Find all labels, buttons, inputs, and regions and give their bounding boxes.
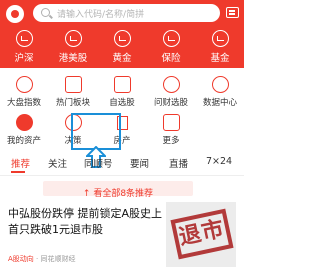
hot-sectors-icon	[64, 76, 82, 93]
feed-tabs: 推荐 关注 同顺号 要闻 直播 7×24	[0, 154, 244, 174]
data-center-icon	[211, 76, 229, 93]
search-icon	[41, 8, 50, 17]
topnav-item-hk-us[interactable]: 港美股	[49, 30, 97, 64]
grid-label: 数据中心	[202, 98, 237, 108]
shanghai-shenzhen-icon	[15, 30, 33, 47]
tab-live[interactable]: 直播	[169, 156, 188, 170]
search-input[interactable]: 请输入代码/名称/简拼	[57, 7, 144, 20]
topnav-label: 基金	[210, 53, 230, 64]
topnav-label: 港美股	[58, 53, 88, 64]
my-assets-icon	[15, 114, 33, 131]
grid-label: 热门板块	[55, 98, 90, 108]
stock-screener-icon	[162, 76, 180, 93]
news-thumbnail[interactable]: 退市	[166, 202, 236, 267]
grid-item-stock-screener[interactable]: 问财选股	[147, 76, 195, 110]
grid-item-my-assets[interactable]: 我的资产	[0, 114, 48, 148]
grid-item-more[interactable]: 更多	[147, 114, 195, 148]
tab-following[interactable]: 关注	[48, 156, 67, 170]
more-icon	[162, 114, 180, 131]
watchlist-icon	[113, 76, 131, 93]
insurance-icon	[162, 30, 180, 47]
app-logo-icon[interactable]	[6, 5, 24, 23]
topnav-label: 沪深	[14, 53, 34, 64]
tab-7x24[interactable]: 7×24	[206, 156, 232, 167]
fund-icon	[211, 30, 229, 47]
tab-tonghuashun[interactable]: 同顺号	[84, 156, 113, 170]
topnav-label: 黄金	[112, 53, 132, 64]
topnav-label: 保险	[161, 53, 181, 64]
news-meta: A股动向 · 同花顺财经	[8, 254, 75, 264]
banner-label: ↑ 看全部8条推荐	[82, 189, 154, 199]
see-all-recommendations-banner[interactable]: ↑ 看全部8条推荐	[43, 181, 193, 199]
grid-item-hot-sectors[interactable]: 热门板块	[49, 76, 97, 110]
hk-us-stocks-icon	[64, 30, 82, 47]
topnav-item-fund[interactable]: 基金	[196, 30, 244, 64]
topnav-item-gold[interactable]: 黄金	[98, 30, 146, 64]
grid-label: 问财选股	[153, 98, 188, 108]
top-category-nav: 沪深 港美股 黄金 保险 基金	[0, 30, 244, 68]
topnav-item-insurance[interactable]: 保险	[147, 30, 195, 64]
active-tab-indicator	[11, 171, 25, 173]
real-estate-highlight-box	[71, 113, 121, 150]
news-title[interactable]: 中弘股份跌停 提前锁定A股史上首只跌破1元退市股	[8, 206, 163, 238]
divider	[0, 175, 244, 176]
market-index-icon	[15, 76, 33, 93]
gold-icon	[113, 30, 131, 47]
grid-label: 大盘指数	[6, 98, 41, 108]
delisting-stamp: 退市	[170, 208, 234, 260]
tab-recommended[interactable]: 推荐	[11, 156, 30, 170]
tab-headlines[interactable]: 要闻	[130, 156, 149, 170]
grid-label: 我的资产	[6, 136, 41, 146]
grid-label: 自选股	[109, 98, 135, 108]
news-tag[interactable]: A股动向	[8, 255, 34, 263]
message-icon[interactable]	[226, 7, 239, 18]
grid-item-watchlist[interactable]: 自选股	[98, 76, 146, 110]
grid-item-market-index[interactable]: 大盘指数	[0, 76, 48, 110]
news-source: · 同花顺财经	[36, 255, 76, 263]
news-item[interactable]: 中弘股份跌停 提前锁定A股史上首只跌破1元退市股 A股动向 · 同花顺财经 退市	[0, 202, 244, 267]
search-bar[interactable]: 请输入代码/名称/简拼	[33, 4, 220, 22]
feature-grid: 大盘指数 热门板块 自选股 问财选股 数据中心 我的资产 决策 房产 更多	[0, 76, 244, 148]
grid-label: 更多	[162, 136, 180, 146]
topnav-item-shanghai-shenzhen[interactable]: 沪深	[0, 30, 48, 64]
grid-item-data-center[interactable]: 数据中心	[196, 76, 244, 110]
app-header: 请输入代码/名称/简拼 沪深 港美股 黄金 保险 基金	[0, 0, 244, 68]
